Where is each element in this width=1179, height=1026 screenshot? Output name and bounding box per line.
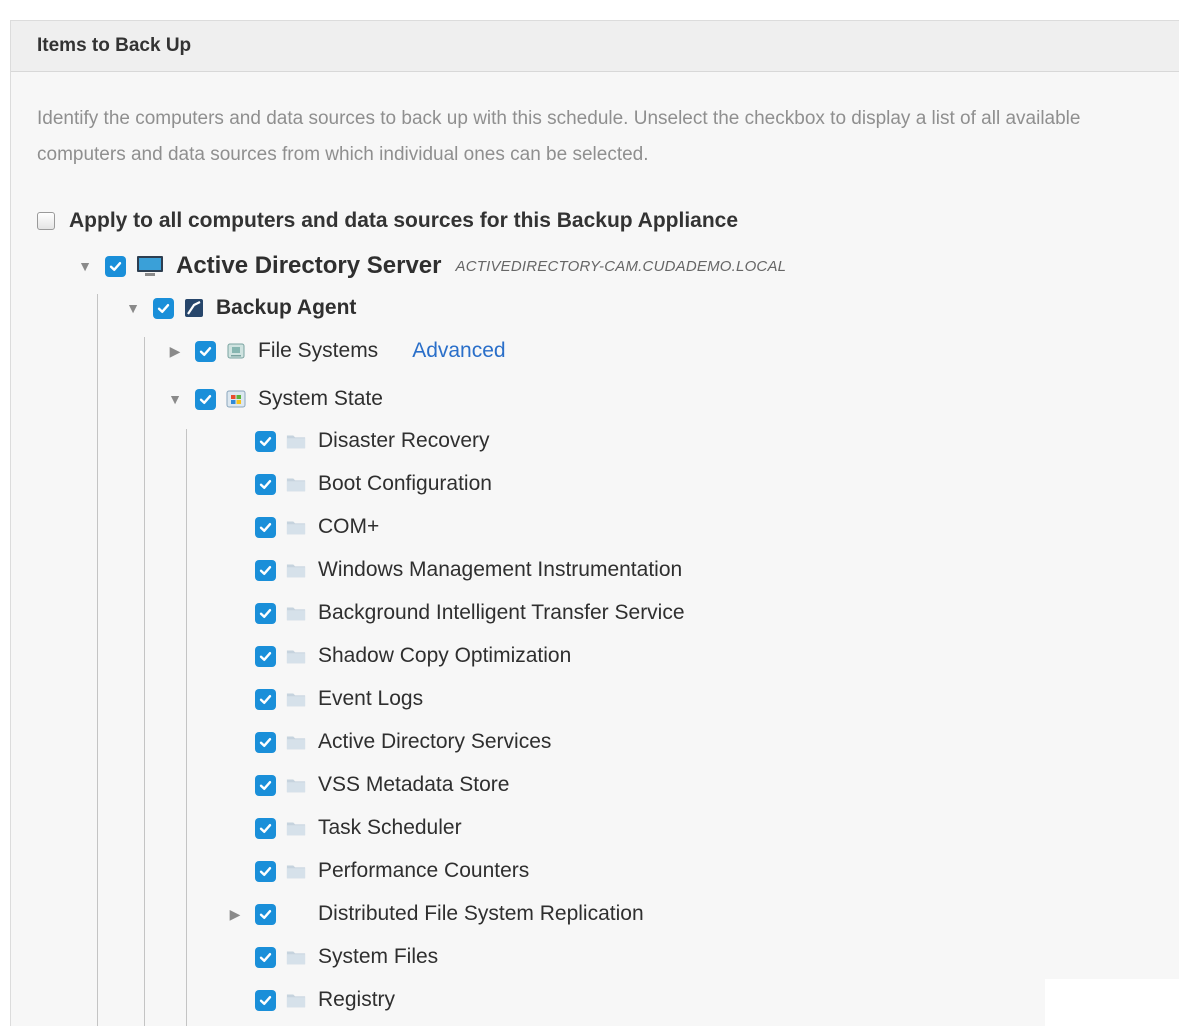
tree-line-system-state — [186, 429, 187, 1026]
system-state-label: System State — [258, 387, 383, 410]
backup-agent-label: Backup Agent — [216, 296, 357, 319]
item-label: Registry — [318, 988, 396, 1011]
item-checkbox[interactable] — [255, 645, 276, 667]
item-checkbox[interactable] — [255, 860, 276, 882]
item-checkbox[interactable] — [255, 559, 276, 581]
tree-node-dfs-replication[interactable]: ▶ Distributed File System Replication — [225, 899, 644, 929]
item-checkbox[interactable] — [255, 602, 276, 624]
folder-icon — [286, 990, 306, 1010]
windows-icon — [226, 389, 246, 409]
tree-node-vss-metadata-store[interactable]: VSS Metadata Store — [225, 770, 509, 800]
folder-icon — [286, 431, 306, 451]
collapse-toggle-icon[interactable]: ▼ — [75, 256, 95, 276]
tree-node-backup-agent[interactable]: ▼ Backup Agent — [123, 293, 356, 323]
tree-node-system-state[interactable]: ▼ System State — [165, 384, 383, 414]
item-label: Active Directory Services — [318, 730, 552, 753]
folder-icon — [286, 818, 306, 838]
tree-node-system-files[interactable]: System Files — [225, 942, 438, 972]
item-checkbox[interactable] — [255, 430, 276, 452]
folder-icon — [286, 861, 306, 881]
folder-icon — [286, 474, 306, 494]
advanced-link[interactable]: Advanced — [412, 339, 505, 363]
item-checkbox[interactable] — [255, 516, 276, 538]
tree-node-wmi[interactable]: Windows Management Instrumentation — [225, 555, 682, 585]
server-checkbox[interactable] — [105, 255, 126, 277]
apply-all-label: Apply to all computers and data sources … — [69, 209, 739, 232]
item-checkbox[interactable] — [255, 688, 276, 710]
item-label: COM+ — [318, 515, 380, 538]
item-checkbox[interactable] — [255, 731, 276, 753]
panel-header: Items to Back Up — [11, 21, 1179, 72]
item-checkbox[interactable] — [255, 774, 276, 796]
item-label: Windows Management Instrumentation — [318, 558, 683, 581]
item-label: Performance Counters — [318, 859, 530, 882]
drive-icon — [226, 341, 246, 361]
tree-node-shadow-copy-optimization[interactable]: Shadow Copy Optimization — [225, 641, 571, 671]
item-label: Disaster Recovery — [318, 429, 490, 452]
tree-node-performance-counters[interactable]: Performance Counters — [225, 856, 529, 886]
folder-icon — [286, 603, 306, 623]
item-label: Distributed File System Replication — [318, 902, 644, 925]
tree-node-com-plus[interactable]: COM+ — [225, 512, 379, 542]
tree-node-event-logs[interactable]: Event Logs — [225, 684, 423, 714]
apply-all-checkbox[interactable] — [37, 212, 55, 230]
folder-icon — [286, 689, 306, 709]
collapse-toggle-icon[interactable]: ▼ — [165, 389, 185, 409]
tree-node-boot-configuration[interactable]: Boot Configuration — [225, 469, 492, 499]
item-label: VSS Metadata Store — [318, 773, 510, 796]
folder-icon — [286, 775, 306, 795]
tree-line-agent — [144, 337, 145, 1026]
expand-toggle-icon[interactable]: ▶ — [225, 904, 245, 924]
apply-all-option[interactable]: Apply to all computers and data sources … — [37, 206, 738, 236]
tree-node-task-scheduler[interactable]: Task Scheduler — [225, 813, 462, 843]
server-hostname: ACTIVEDIRECTORY-CAM.CUDADEMO.LOCAL — [455, 257, 787, 275]
collapse-toggle-icon[interactable]: ▼ — [123, 298, 143, 318]
tree-node-server[interactable]: ▼ Active Directory Server ACTIVEDIRECTOR… — [75, 251, 786, 281]
item-checkbox[interactable] — [255, 473, 276, 495]
item-label: Event Logs — [318, 687, 424, 710]
folder-icon — [286, 947, 306, 967]
panel-description: Identify the computers and data sources … — [37, 108, 1081, 165]
system-state-checkbox[interactable] — [195, 388, 216, 410]
tree-node-active-directory-services[interactable]: Active Directory Services — [225, 727, 551, 757]
item-label: Boot Configuration — [318, 472, 492, 495]
file-systems-checkbox[interactable] — [195, 340, 216, 362]
folder-icon — [286, 732, 306, 752]
tree-line-server — [97, 294, 98, 1026]
backup-agent-checkbox[interactable] — [153, 297, 174, 319]
item-label: Shadow Copy Optimization — [318, 644, 572, 667]
expand-toggle-icon[interactable]: ▶ — [165, 341, 185, 361]
file-systems-label: File Systems — [258, 339, 379, 362]
folder-icon — [286, 517, 306, 537]
tree-node-bits[interactable]: Background Intelligent Transfer Service — [225, 598, 685, 628]
server-label: Active Directory Server — [176, 252, 442, 279]
item-checkbox[interactable] — [255, 817, 276, 839]
folder-icon — [286, 560, 306, 580]
tree-node-file-systems[interactable]: ▶ File Systems Advanced — [165, 336, 506, 366]
tree-node-disaster-recovery[interactable]: Disaster Recovery — [225, 426, 490, 456]
monitor-icon — [136, 256, 164, 276]
item-checkbox[interactable] — [255, 946, 276, 968]
items-to-back-up-panel: Items to Back Up Identify the computers … — [10, 20, 1179, 1026]
item-label: Task Scheduler — [318, 816, 462, 839]
panel-title: Items to Back Up — [37, 35, 192, 56]
tree-node-registry[interactable]: Registry — [225, 985, 395, 1015]
item-label: System Files — [318, 945, 439, 968]
item-label: Background Intelligent Transfer Service — [318, 601, 685, 624]
item-checkbox[interactable] — [255, 903, 276, 925]
backup-agent-icon — [184, 298, 204, 318]
item-checkbox[interactable] — [255, 989, 276, 1011]
folder-icon — [286, 646, 306, 666]
